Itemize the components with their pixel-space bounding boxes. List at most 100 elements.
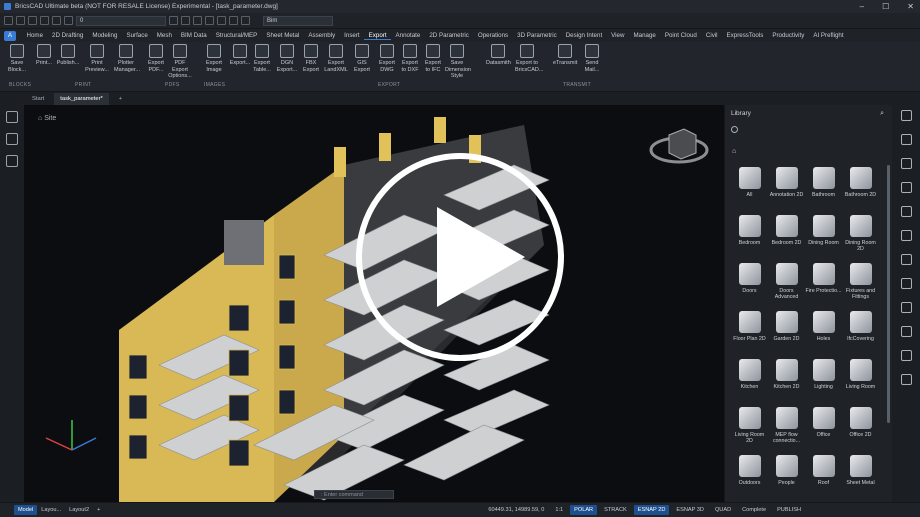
open-icon[interactable] — [16, 16, 25, 25]
library-item-people[interactable]: People — [768, 455, 805, 503]
workspace-select[interactable]: Bim — [263, 15, 333, 26]
ribbon-tab-home[interactable]: Home — [22, 32, 48, 40]
ribbon-tab-ai-preflight[interactable]: AI Preflight — [809, 32, 848, 40]
library-item-annotation-2d[interactable]: Annotation 2D — [768, 167, 805, 215]
library-item-ifccovering[interactable]: IfcCovering — [842, 311, 879, 359]
undo-icon[interactable] — [52, 16, 61, 25]
ribbon-button-save-dimension-style[interactable]: Save Dimension Style — [445, 44, 471, 82]
library-item-office-2d[interactable]: Office 2D — [842, 407, 879, 455]
blocks-icon[interactable] — [900, 254, 912, 265]
ribbon-tab-manage[interactable]: Manage — [629, 32, 660, 40]
ribbon-button-export-landxml[interactable]: Export LandXML — [324, 44, 348, 82]
library-item-kitchen[interactable]: Kitchen — [731, 359, 768, 407]
library-item-dining-room[interactable]: Dining Room — [805, 215, 842, 263]
ribbon-tab-structural-mep[interactable]: Structural/MEP — [211, 32, 262, 40]
tab-start[interactable]: Start — [26, 93, 50, 105]
status-toggle-polar[interactable]: POLAR — [570, 505, 598, 515]
cloud-icon[interactable] — [900, 374, 912, 385]
library-item-lighting[interactable]: Lighting — [805, 359, 842, 407]
structure-panel-icon[interactable] — [900, 158, 912, 169]
ribbon-button-print-preview[interactable]: Print Preview... — [85, 44, 109, 82]
ruler-icon[interactable] — [900, 278, 912, 289]
library-item-bathroom-2d[interactable]: Bathroom 2D — [842, 167, 879, 215]
ribbon-button-etransmit[interactable]: eTransmit — [553, 44, 577, 82]
status-toggle-esnap-3d[interactable]: ESNAP 3D — [672, 507, 708, 513]
library-icon[interactable] — [900, 230, 912, 241]
ribbon-tab-3d-parametric[interactable]: 3D Parametric — [513, 32, 562, 40]
layer-tools-icon[interactable] — [169, 16, 178, 25]
ribbon-tab-annotate[interactable]: Annotate — [391, 32, 425, 40]
ribbon-tab-assembly[interactable]: Assembly — [304, 32, 340, 40]
library-item-dining-room-2d[interactable]: Dining Room 2D — [842, 215, 879, 263]
ribbon-button-save-block[interactable]: Save Block... — [5, 44, 29, 82]
tab-layout1[interactable]: Layou... — [37, 507, 65, 513]
layers-icon[interactable] — [900, 134, 912, 145]
ribbon-tab-point-cloud[interactable]: Point Cloud — [660, 32, 701, 40]
table-icon[interactable] — [900, 206, 912, 217]
library-item-doors[interactable]: Doors — [731, 263, 768, 311]
ribbon-tab-2d-parametric[interactable]: 2D Parametric — [425, 32, 474, 40]
library-item-all[interactable]: All — [731, 167, 768, 215]
library-item-bedroom-2d[interactable]: Bedroom 2D — [768, 215, 805, 263]
app-menu-button[interactable]: A — [4, 30, 16, 41]
library-scrollbar[interactable] — [887, 165, 890, 423]
ribbon-button-pdf-export-options[interactable]: PDF Export Options... — [168, 44, 192, 82]
new-tab-button[interactable]: + — [113, 93, 128, 105]
status-toggle-complete[interactable]: Complete — [738, 507, 770, 513]
ribbon-button-export-table[interactable]: Export Table... — [250, 44, 274, 82]
library-item-holes[interactable]: Holes — [805, 311, 842, 359]
ribbon-button-gis-export[interactable]: GIS Export — [350, 44, 374, 82]
ribbon-tab-insert[interactable]: Insert — [340, 32, 364, 40]
library-item-living-room[interactable]: Living Room — [842, 359, 879, 407]
library-item-fixtures-and-fittings[interactable]: Fixtures and Fittings — [842, 263, 879, 311]
ribbon-button-export-to-bricscad[interactable]: Export to BricsCAD... — [515, 44, 543, 82]
ribbon-tab-productivity[interactable]: Productivity — [768, 32, 809, 40]
ribbon-tab-operations[interactable]: Operations — [473, 32, 512, 40]
status-toggle-quad[interactable]: QUAD — [711, 507, 735, 513]
command-line[interactable]: : Enter command — [314, 490, 394, 499]
ribbon-tab-2d-drafting[interactable]: 2D Drafting — [48, 32, 88, 40]
close-button[interactable]: ✕ — [907, 2, 914, 11]
ribbon-tab-export[interactable]: Export — [364, 32, 392, 40]
tab-task-parameter[interactable]: task_parameter* — [54, 93, 109, 105]
library-item-mep-flow-connectio[interactable]: MEP flow connectio... — [768, 407, 805, 455]
status-toggle-strack[interactable]: STRACK — [600, 507, 631, 513]
ribbon-tab-civil[interactable]: Civil — [701, 32, 722, 40]
ribbon-tab-surface[interactable]: Surface — [122, 32, 152, 40]
video-play-button[interactable] — [356, 153, 564, 361]
view-cube-icon[interactable] — [217, 16, 226, 25]
ribbon-tab-modeling[interactable]: Modeling — [88, 32, 122, 40]
search-icon[interactable]: ⌕ — [880, 110, 884, 118]
properties-icon[interactable] — [900, 110, 912, 121]
ribbon-button-export-to-dxf[interactable]: Export to DXF — [398, 44, 422, 82]
lineweight-icon[interactable] — [205, 16, 214, 25]
ribbon-tab-expresstools[interactable]: ExpressTools — [722, 32, 768, 40]
save-icon[interactable] — [28, 16, 37, 25]
ribbon-button-dgn-export[interactable]: DGN Export... — [275, 44, 299, 82]
ribbon-button-datasmith[interactable]: Datasmith — [486, 44, 511, 82]
ribbon-button-publish[interactable]: Publish... — [56, 44, 80, 82]
home-icon[interactable] — [6, 111, 18, 123]
tab-layout2[interactable]: Layout2 — [65, 507, 93, 513]
ribbon-button-export-to-ifc[interactable]: Export to IFC — [421, 44, 445, 82]
ribbon-button-export[interactable]: Export... — [228, 44, 252, 82]
ribbon-button-export-pdf[interactable]: Export PDF... — [144, 44, 168, 82]
ribbon-button-fbx-export[interactable]: FBX Export — [299, 44, 323, 82]
ribbon-tab-design-intent[interactable]: Design Intent — [561, 32, 606, 40]
ribbon-tab-bim-data[interactable]: BIM Data — [176, 32, 211, 40]
print-icon[interactable] — [40, 16, 49, 25]
ribbon-tab-view[interactable]: View — [607, 32, 629, 40]
color-icon[interactable] — [181, 16, 190, 25]
library-item-floor-plan-2d[interactable]: Floor Plan 2D — [731, 311, 768, 359]
monitor-icon[interactable] — [900, 302, 912, 313]
render-materials-icon[interactable] — [900, 350, 912, 361]
visual-style-icon[interactable] — [229, 16, 238, 25]
library-item-kitchen-2d[interactable]: Kitchen 2D — [768, 359, 805, 407]
library-item-garden-2d[interactable]: Garden 2D — [768, 311, 805, 359]
cube-icon[interactable] — [6, 155, 18, 167]
library-item-fire-protectio[interactable]: Fire Protectio... — [805, 263, 842, 311]
ribbon-button-plotter-manager[interactable]: Plotter Manager... — [114, 44, 140, 82]
ribbon-tab-mesh[interactable]: Mesh — [152, 32, 176, 40]
structure-icon[interactable] — [6, 133, 18, 145]
library-item-office[interactable]: Office — [805, 407, 842, 455]
